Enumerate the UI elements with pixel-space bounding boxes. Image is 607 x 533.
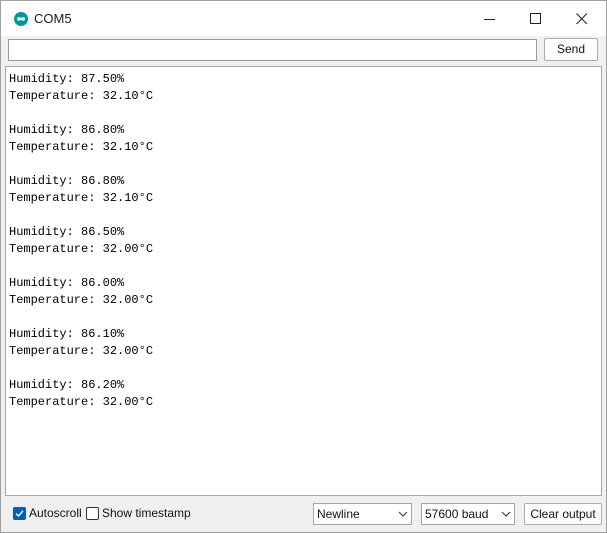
output-line: Temperature: 32.10°C xyxy=(9,89,154,103)
output-line: Temperature: 32.10°C xyxy=(9,140,154,154)
output-lines: Humidity: 87.50% Temperature: 32.10°C Humi… xyxy=(9,71,153,411)
minimize-icon xyxy=(484,19,495,20)
show-timestamp-label[interactable]: Show timestamp xyxy=(102,506,191,521)
send-button[interactable]: Send xyxy=(544,38,598,61)
chevron-down-icon xyxy=(501,511,511,517)
autoscroll-checkbox[interactable] xyxy=(13,507,26,520)
output-line: Humidity: 86.80% xyxy=(9,174,125,188)
checkmark-icon xyxy=(15,510,24,518)
window-title: COM5 xyxy=(34,11,72,26)
output-line: Humidity: 86.20% xyxy=(9,378,125,392)
serial-send-input[interactable] xyxy=(8,39,537,61)
maximize-button[interactable] xyxy=(513,1,559,36)
maximize-icon xyxy=(530,13,541,24)
title-bar[interactable]: COM5 xyxy=(1,1,606,36)
clear-output-button[interactable]: Clear output xyxy=(524,503,602,525)
minimize-button[interactable] xyxy=(467,1,513,36)
line-ending-select[interactable]: Newline xyxy=(313,503,412,525)
close-icon xyxy=(576,13,588,25)
baud-rate-value: 57600 baud xyxy=(425,507,489,521)
autoscroll-label[interactable]: Autoscroll xyxy=(29,506,82,521)
output-line: Humidity: 86.10% xyxy=(9,327,125,341)
send-bar: Send xyxy=(1,36,606,66)
output-line: Humidity: 86.50% xyxy=(9,225,125,239)
footer-bar: Autoscroll Show timestamp Newline 57600 … xyxy=(1,497,606,532)
arduino-infinity-icon xyxy=(14,12,28,26)
close-button[interactable] xyxy=(559,1,605,36)
output-line: Temperature: 32.10°C xyxy=(9,191,154,205)
output-line: Humidity: 87.50% xyxy=(9,72,125,86)
chevron-down-icon xyxy=(398,511,408,517)
output-line: Temperature: 32.00°C xyxy=(9,395,154,409)
output-line: Temperature: 32.00°C xyxy=(9,293,154,307)
line-ending-value: Newline xyxy=(317,507,360,521)
baud-rate-select[interactable]: 57600 baud xyxy=(421,503,515,525)
output-line: Humidity: 86.00% xyxy=(9,276,125,290)
serial-output-area[interactable]: Humidity: 87.50% Temperature: 32.10°C Humi… xyxy=(5,66,602,496)
show-timestamp-checkbox[interactable] xyxy=(86,507,99,520)
output-line: Temperature: 32.00°C xyxy=(9,344,154,358)
serial-monitor-window: COM5 Send Humidity: 87.50% Temperature: 3… xyxy=(0,0,607,533)
output-line: Humidity: 86.80% xyxy=(9,123,125,137)
output-line: Temperature: 32.00°C xyxy=(9,242,154,256)
